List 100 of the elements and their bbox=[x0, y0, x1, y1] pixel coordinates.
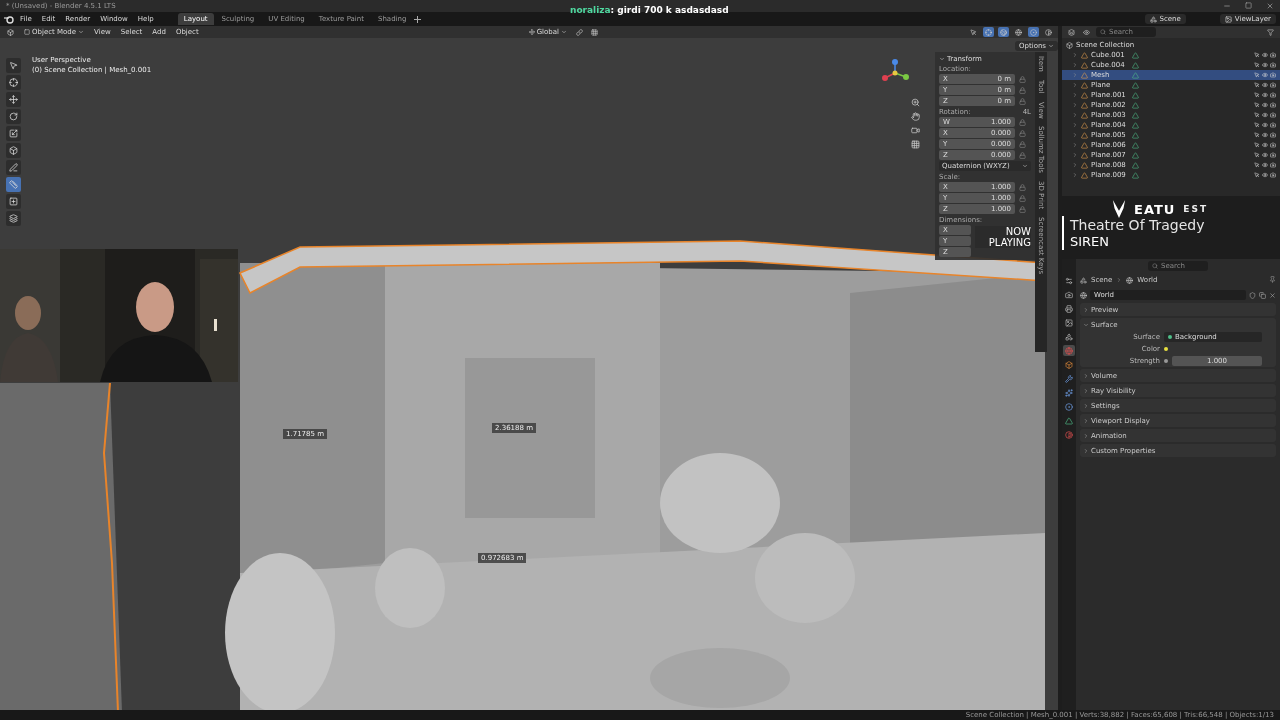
properties-tab[interactable] bbox=[1063, 317, 1075, 328]
material-button[interactable] bbox=[1043, 27, 1054, 37]
lock-icon bbox=[1019, 118, 1026, 126]
chevron-icon bbox=[1083, 417, 1089, 424]
properties-tab[interactable] bbox=[1063, 373, 1075, 384]
properties-tab[interactable] bbox=[1063, 429, 1075, 440]
pointer-icon bbox=[9, 61, 18, 70]
eye-icon bbox=[1262, 172, 1268, 178]
hand-icon bbox=[911, 112, 920, 121]
tool-button[interactable] bbox=[6, 143, 21, 158]
globe-icon bbox=[1065, 346, 1073, 355]
properties-tab[interactable] bbox=[1063, 387, 1075, 398]
pointer-icon bbox=[1254, 92, 1260, 98]
editor-type-button[interactable] bbox=[4, 28, 17, 36]
properties-tab[interactable] bbox=[1063, 303, 1075, 314]
pin-icon bbox=[1269, 275, 1276, 283]
duplicate-icon bbox=[1259, 291, 1266, 299]
wireframe-button[interactable] bbox=[1013, 27, 1024, 37]
camera-icon bbox=[1270, 102, 1276, 108]
eye-icon bbox=[1262, 132, 1268, 138]
pointer-icon bbox=[1254, 142, 1260, 148]
grid-button[interactable] bbox=[589, 27, 600, 37]
chevron-icon bbox=[78, 29, 85, 35]
tool-button[interactable] bbox=[6, 58, 21, 73]
camera-icon bbox=[1270, 92, 1276, 98]
tool-button[interactable] bbox=[6, 160, 21, 175]
scene-icon bbox=[1080, 276, 1087, 284]
add-tab-icon[interactable] bbox=[414, 15, 422, 23]
tool-button[interactable] bbox=[6, 75, 21, 90]
lock-icon bbox=[1019, 194, 1026, 202]
rotate-icon bbox=[9, 112, 18, 121]
pointer-icon bbox=[1254, 82, 1260, 88]
globe-icon bbox=[1015, 28, 1022, 36]
sphere-icon bbox=[1045, 28, 1052, 36]
chevron-icon bbox=[1116, 277, 1123, 283]
tool-button[interactable] bbox=[6, 126, 21, 141]
snap-button[interactable] bbox=[574, 27, 585, 37]
properties-tab[interactable] bbox=[1063, 359, 1075, 370]
image-icon bbox=[1065, 318, 1073, 327]
properties-tab[interactable] bbox=[1063, 401, 1075, 412]
artist-name: Theatre Of Tragedy bbox=[1070, 217, 1205, 233]
eye-icon bbox=[1262, 152, 1268, 158]
eye-icon bbox=[1262, 162, 1268, 168]
logo-text: EST bbox=[1183, 204, 1209, 214]
properties-tab[interactable] bbox=[1063, 275, 1075, 286]
camera-icon bbox=[1270, 162, 1276, 168]
lock-icon bbox=[1019, 75, 1026, 83]
camera-icon bbox=[1270, 152, 1276, 158]
gizmo-button[interactable] bbox=[968, 27, 979, 37]
camera-icon bbox=[1270, 52, 1276, 58]
solid-button[interactable] bbox=[1028, 27, 1039, 37]
display-mode-button[interactable] bbox=[1081, 27, 1092, 37]
camera-icon bbox=[911, 126, 920, 135]
color-socket-icon[interactable] bbox=[1164, 347, 1168, 351]
chevron-icon bbox=[1083, 402, 1089, 409]
orbit-icon bbox=[1065, 402, 1073, 411]
eye-icon bbox=[1083, 28, 1090, 36]
add-cube-icon bbox=[9, 197, 18, 206]
lock-icon bbox=[1019, 205, 1026, 213]
pointer-icon bbox=[1254, 102, 1260, 108]
pointer-icon bbox=[1254, 72, 1260, 78]
sparkles-icon bbox=[1065, 388, 1073, 397]
unlink-icon bbox=[1269, 291, 1276, 299]
lock-icon bbox=[1019, 140, 1026, 148]
lock-icon bbox=[1019, 86, 1026, 94]
search-icon bbox=[1152, 263, 1158, 269]
filter-button[interactable] bbox=[1265, 27, 1276, 37]
collection-icon bbox=[1066, 41, 1073, 49]
tool-button[interactable] bbox=[6, 211, 21, 226]
globe-icon bbox=[1000, 28, 1007, 36]
lock-icon bbox=[1019, 183, 1026, 191]
filter-icon bbox=[1267, 28, 1274, 36]
crosshair-icon bbox=[9, 78, 18, 87]
properties-tab[interactable] bbox=[1063, 415, 1075, 426]
camera-icon bbox=[1270, 82, 1276, 88]
chat-message: noraliza: girdi 700 k asdasdasd bbox=[570, 5, 729, 15]
tool-icon bbox=[1065, 276, 1073, 285]
sphere-icon bbox=[1030, 28, 1037, 36]
chevron-icon bbox=[1022, 163, 1028, 169]
globe-icon bbox=[1080, 291, 1087, 299]
properties-tab[interactable] bbox=[1063, 289, 1075, 300]
pointer-icon bbox=[1254, 112, 1260, 118]
cube-icon bbox=[1065, 360, 1073, 369]
chevron-icon bbox=[1083, 447, 1089, 454]
lock-icon bbox=[1019, 151, 1026, 159]
tool-button[interactable] bbox=[6, 92, 21, 107]
globe-icon bbox=[1126, 276, 1134, 284]
eye-icon bbox=[1262, 82, 1268, 88]
properties-tab[interactable] bbox=[1063, 331, 1075, 342]
triangle-icon bbox=[1065, 416, 1073, 425]
pointer-icon bbox=[970, 28, 977, 36]
chevron-icon bbox=[1083, 306, 1089, 313]
xray-button[interactable] bbox=[998, 27, 1009, 37]
properties-tab[interactable] bbox=[1063, 345, 1075, 356]
tool-button[interactable] bbox=[6, 109, 21, 124]
camera-icon bbox=[1270, 142, 1276, 148]
eye-icon bbox=[1262, 142, 1268, 148]
pointer-icon bbox=[1254, 62, 1260, 68]
overlay-button[interactable] bbox=[983, 27, 994, 37]
tool-button[interactable] bbox=[6, 194, 21, 209]
